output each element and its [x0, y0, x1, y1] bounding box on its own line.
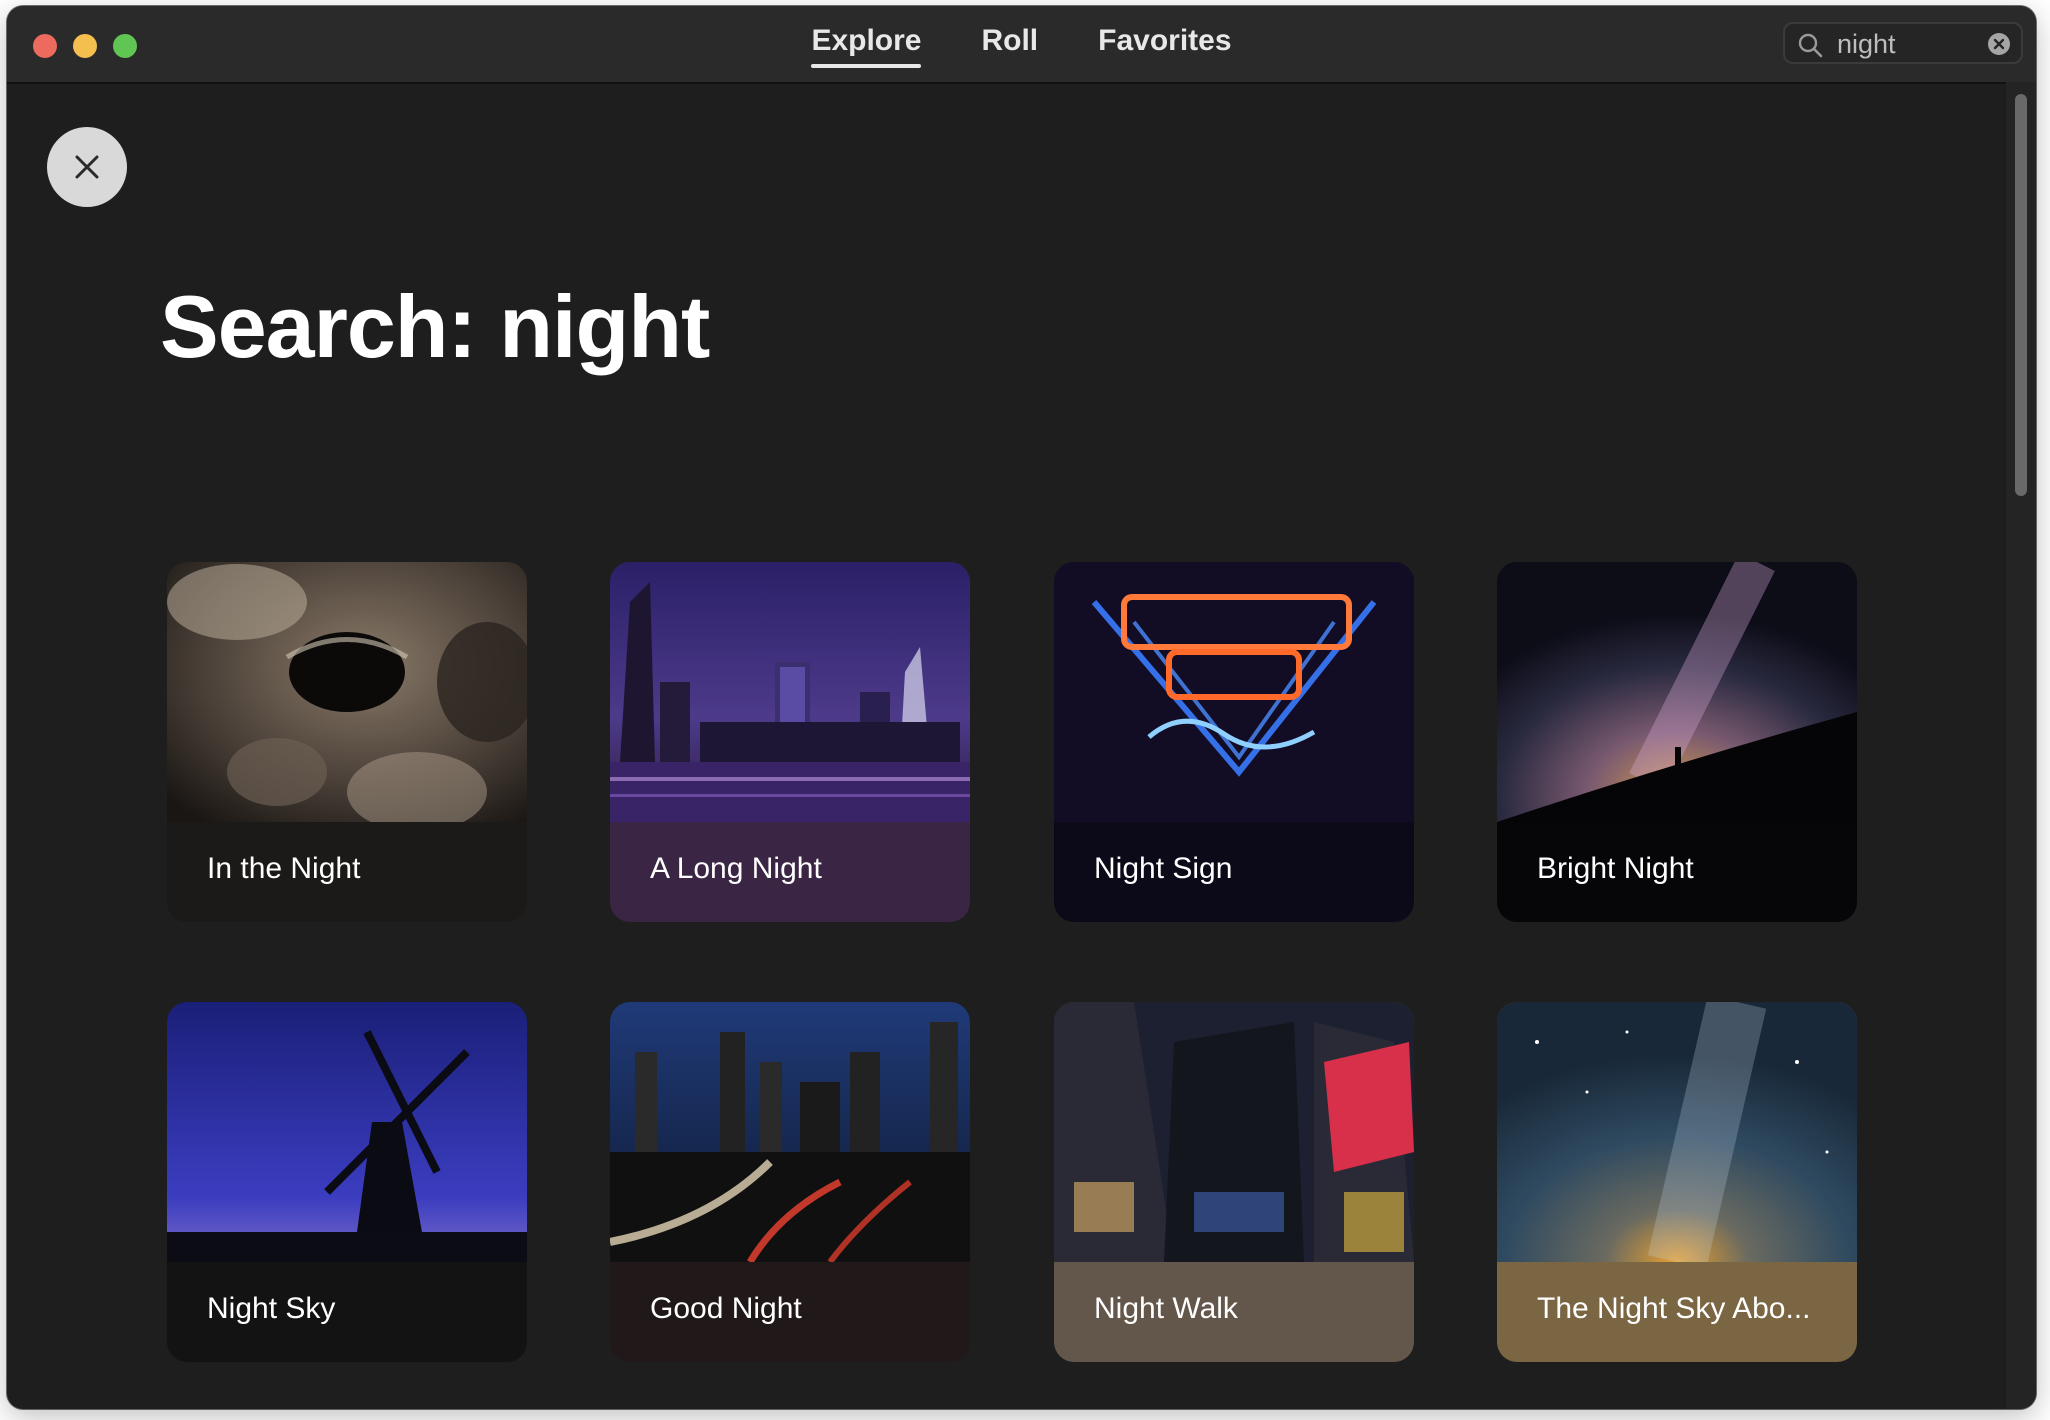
giraffe-eye-image	[167, 562, 527, 822]
result-card-night-walk[interactable]: Night Walk	[1054, 1002, 1414, 1362]
tab-bar: Explore Roll Favorites	[7, 6, 2036, 82]
clear-search-icon[interactable]	[1987, 32, 2011, 56]
search-icon	[1798, 33, 1823, 58]
result-card-night-sky[interactable]: Night Sky	[167, 1002, 527, 1362]
city-highway-image	[610, 1002, 970, 1262]
window-close-button[interactable]	[33, 34, 57, 58]
search-input[interactable]	[1837, 27, 1977, 61]
search-field[interactable]	[1783, 22, 2023, 64]
card-title: In the Night	[207, 852, 361, 885]
neon-sign-image	[1054, 562, 1414, 822]
window-minimize-button[interactable]	[73, 34, 97, 58]
app-window: Explore Roll Favorites Search: night	[7, 6, 2036, 1409]
card-title: Bright Night	[1537, 852, 1694, 885]
city-skyline-image	[610, 562, 970, 822]
result-card-night-sign[interactable]: Night Sign	[1054, 562, 1414, 922]
page-title: Search: night	[160, 277, 710, 376]
times-square-image	[1054, 1002, 1414, 1262]
result-card-good-night[interactable]: Good Night	[610, 1002, 970, 1362]
result-card-bright-night[interactable]: Bright Night	[1497, 562, 1857, 922]
windmill-night-image	[167, 1002, 527, 1262]
close-search-button[interactable]	[47, 127, 127, 207]
starry-sky-image	[1497, 1002, 1857, 1262]
window-zoom-button[interactable]	[113, 34, 137, 58]
result-card-the-night-sky-above[interactable]: The Night Sky Abo...	[1497, 1002, 1857, 1362]
result-card-a-long-night[interactable]: A Long Night	[610, 562, 970, 922]
card-title: Good Night	[650, 1292, 802, 1325]
card-title: Night Walk	[1094, 1292, 1238, 1325]
result-card-in-the-night[interactable]: In the Night	[167, 562, 527, 922]
milky-way-silhouette-image	[1497, 562, 1857, 822]
titlebar: Explore Roll Favorites	[7, 6, 2036, 84]
tab-explore[interactable]: Explore	[811, 24, 922, 68]
card-title: The Night Sky Abo...	[1537, 1292, 1811, 1325]
tab-roll[interactable]: Roll	[981, 24, 1038, 64]
card-title: A Long Night	[650, 852, 822, 885]
close-icon	[75, 155, 99, 179]
card-title: Night Sky	[207, 1292, 336, 1325]
card-title: Night Sign	[1094, 852, 1233, 885]
tab-favorites[interactable]: Favorites	[1098, 24, 1231, 64]
scrollbar-thumb[interactable]	[2015, 94, 2027, 496]
